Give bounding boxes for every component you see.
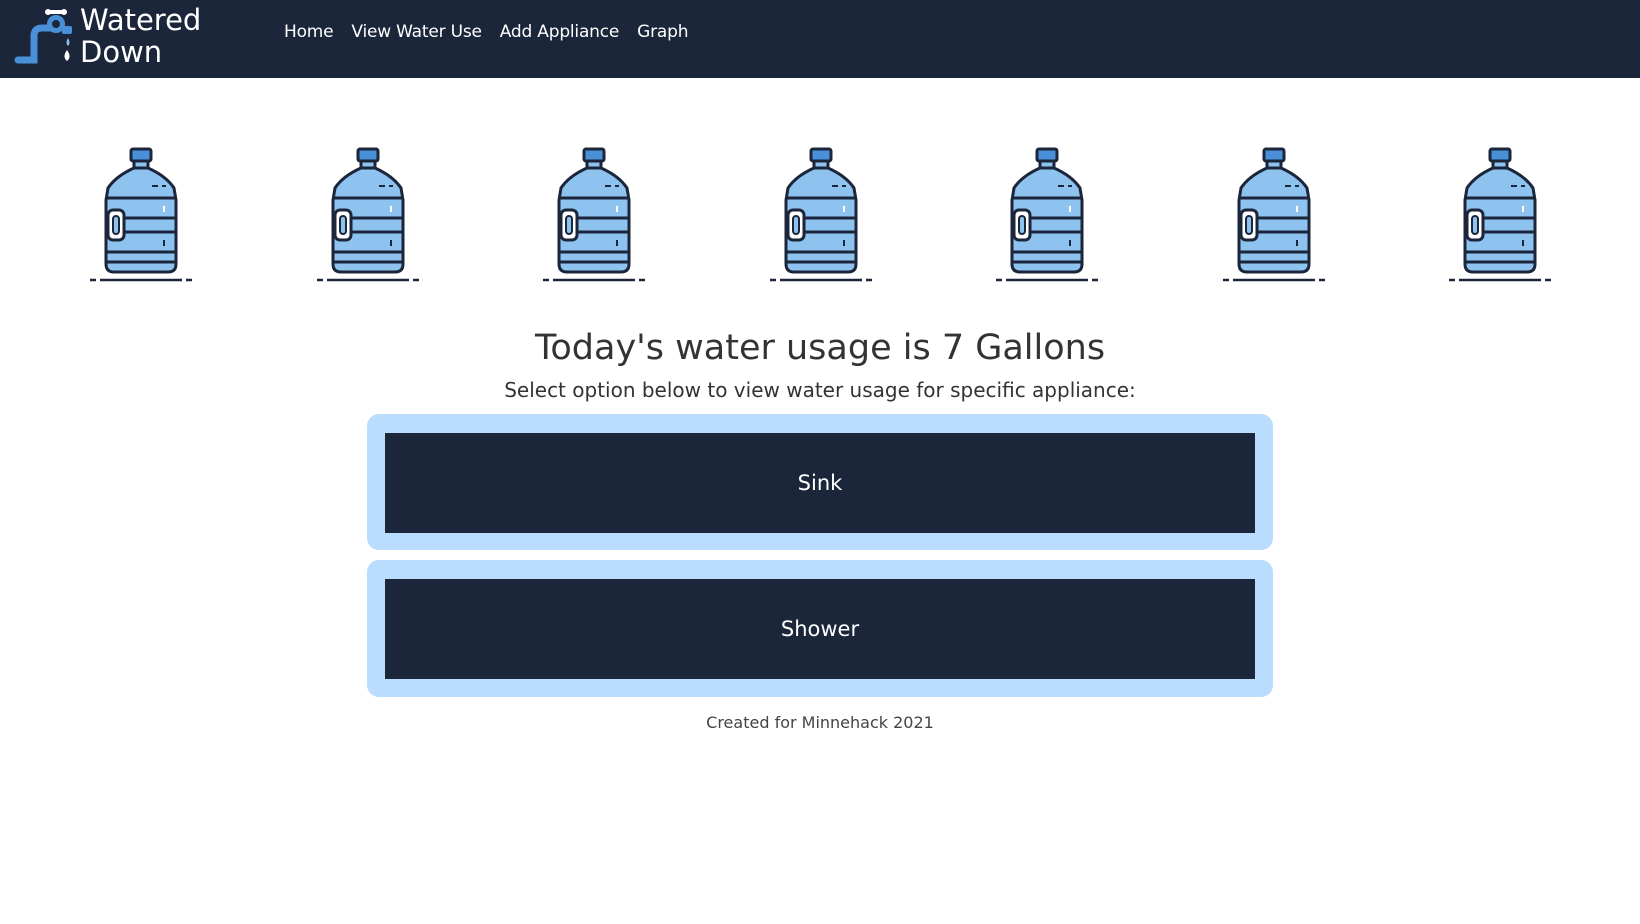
water-jug-icon (86, 140, 196, 285)
usage-headline: Today's water usage is 7 Gallons (534, 328, 1106, 368)
nav-menu: Home View Water Use Add Appliance Graph (284, 22, 706, 42)
sink-button[interactable]: Sink (385, 433, 1255, 533)
nav-add-appliance-link[interactable]: Add Appliance (500, 22, 620, 42)
navbar: Watered Down Home View Water Use Add App… (0, 0, 1640, 78)
nav-graph-link[interactable]: Graph (637, 22, 688, 42)
water-jug-icon (1219, 140, 1329, 285)
brand-name: Watered Down (80, 4, 201, 68)
footer-credit: Created for Minnehack 2021 (706, 713, 934, 732)
nav-view-water-use-link[interactable]: View Water Use (351, 22, 482, 42)
brand-line-1: Watered (80, 3, 202, 37)
gallon-jug-row (0, 140, 1640, 290)
water-jug-icon (992, 140, 1102, 285)
water-jug-icon (539, 140, 649, 285)
usage-instructions: Select option below to view water usage … (504, 378, 1136, 402)
water-jug-icon (766, 140, 876, 285)
faucet-logo-icon (14, 9, 72, 64)
water-jug-icon (313, 140, 423, 285)
nav-home-link[interactable]: Home (284, 22, 334, 42)
brand-line-2: Down (80, 35, 163, 69)
brand[interactable]: Watered Down (12, 4, 232, 70)
appliance-card-shower: Shower (367, 560, 1273, 697)
water-jug-icon (1445, 140, 1555, 285)
appliance-card-sink: Sink (367, 414, 1273, 550)
shower-button[interactable]: Shower (385, 579, 1255, 679)
